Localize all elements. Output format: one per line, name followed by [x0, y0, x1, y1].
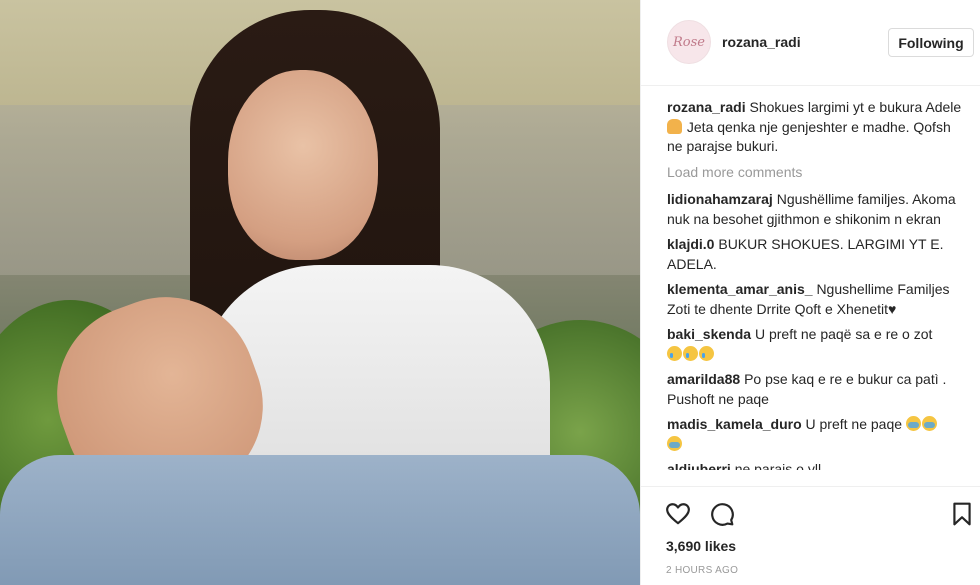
cry-emoji: [667, 345, 682, 361]
comment-author[interactable]: klajdi.0: [667, 236, 714, 252]
sob-emoji: [905, 416, 921, 431]
comment-author[interactable]: baki_skenda: [667, 326, 751, 342]
comment-author[interactable]: madis_kamela_duro: [667, 416, 802, 432]
likes-count[interactable]: 3,690 likes: [666, 538, 736, 554]
caption-text: Shokues largimi yt e bukura Adele: [749, 99, 962, 115]
praying-emoji: [667, 118, 682, 134]
post-header: Rose rozana_radi Following: [641, 0, 980, 86]
sob-emoji: [921, 416, 937, 431]
following-button[interactable]: Following: [888, 28, 974, 57]
heart-icon[interactable]: [665, 501, 691, 527]
comment-text: ne parajs o yll: [734, 461, 822, 470]
cry-emoji: [683, 345, 698, 361]
list-item: madis_kamela_duro U preft ne paqe: [667, 415, 967, 454]
post-photo[interactable]: [0, 0, 640, 585]
list-item: lidionahamzaraj Ngushëllime familjes. Ak…: [667, 190, 967, 229]
header-username[interactable]: rozana_radi: [722, 34, 801, 50]
caption: rozana_radi Shokues largimi yt e bukura …: [667, 98, 967, 157]
post-side-panel: Rose rozana_radi Following rozana_radi S…: [640, 0, 980, 585]
caption-author[interactable]: rozana_radi: [667, 99, 746, 115]
list-item: aldiuberri ne parajs o yll: [667, 460, 967, 470]
comment-author[interactable]: amarilda88: [667, 371, 740, 387]
bookmark-icon[interactable]: [949, 501, 975, 527]
comment-author[interactable]: aldiuberri: [667, 461, 731, 470]
list-item: amarilda88 Po pse kaq e re e bukur ca pa…: [667, 370, 967, 409]
comment-text: U preft ne paqë sa e re o zot: [754, 326, 933, 342]
avatar[interactable]: Rose: [667, 20, 711, 64]
list-item: klajdi.0 BUKUR SHOKUES. LARGIMI YT E. AD…: [667, 235, 967, 274]
list-item: klementa_amar_anis_ Ngushellime Familjes…: [667, 280, 967, 319]
caption-text-2: Jeta qenka nje genjeshter e madhe. Qofsh…: [667, 118, 951, 155]
list-item: baki_skenda U preft ne paqë sa e re o zo…: [667, 325, 967, 364]
sob-emoji: [667, 435, 682, 451]
avatar-logo-text: Rose: [673, 34, 705, 50]
post-actions: 3,690 likes 2 HOURS AGO: [641, 486, 980, 585]
comment-author[interactable]: lidionahamzaraj: [667, 191, 773, 207]
woman-face: [228, 70, 378, 260]
comment-text: U preft ne paqe: [805, 416, 903, 432]
post-timestamp: 2 HOURS AGO: [666, 565, 739, 576]
comment-author[interactable]: klementa_amar_anis_: [667, 281, 813, 297]
comments-list[interactable]: rozana_radi Shokues largimi yt e bukura …: [667, 98, 967, 486]
comment-icon[interactable]: [709, 501, 735, 527]
woman-jeans: [0, 455, 640, 585]
cry-emoji: [699, 345, 714, 361]
load-more-comments-link[interactable]: Load more comments: [667, 163, 967, 183]
